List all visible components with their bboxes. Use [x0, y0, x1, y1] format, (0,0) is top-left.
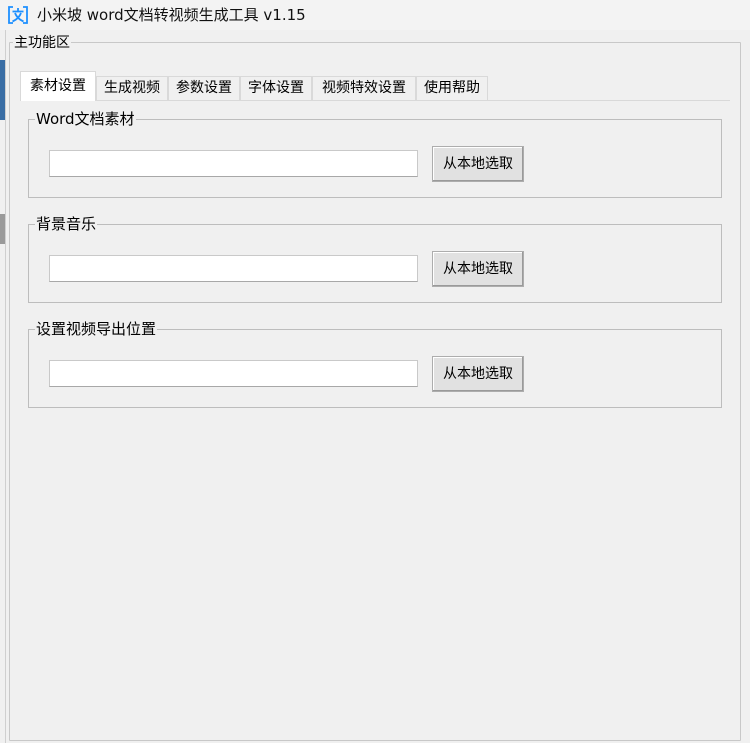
- app-text-icon: [8, 6, 28, 24]
- background-music-path-input[interactable]: [49, 255, 418, 282]
- tab-parameter-settings[interactable]: 参数设置: [168, 76, 240, 100]
- export-location-browse-button[interactable]: 从本地选取: [432, 356, 524, 392]
- background-music-label: 背景音乐: [35, 215, 98, 233]
- background-window-fragment-dark: [0, 214, 5, 244]
- title-bar[interactable]: 小米坡 word文档转视频生成工具 v1.15: [0, 0, 750, 30]
- background-window-fragment: [0, 60, 5, 120]
- tab-material-settings[interactable]: 素材设置: [20, 71, 96, 101]
- export-location-path-input[interactable]: [49, 360, 418, 387]
- main-function-group-label: 主功能区: [13, 34, 71, 52]
- tab-usage-help[interactable]: 使用帮助: [416, 76, 488, 100]
- word-material-label: Word文档素材: [35, 110, 136, 128]
- window-title: 小米坡 word文档转视频生成工具 v1.15: [37, 6, 306, 24]
- word-material-path-input[interactable]: [49, 150, 418, 177]
- tab-font-settings[interactable]: 字体设置: [240, 76, 312, 100]
- app-window: 小米坡 word文档转视频生成工具 v1.15 主功能区 素材设置 生成视频 参…: [0, 0, 750, 743]
- tab-video-effects-settings[interactable]: 视频特效设置: [312, 76, 416, 100]
- export-location-label: 设置视频导出位置: [35, 320, 158, 338]
- background-music-browse-button[interactable]: 从本地选取: [432, 251, 524, 287]
- word-material-browse-button[interactable]: 从本地选取: [432, 146, 524, 182]
- background-window-edge: [0, 30, 6, 743]
- tab-generate-video[interactable]: 生成视频: [96, 76, 168, 100]
